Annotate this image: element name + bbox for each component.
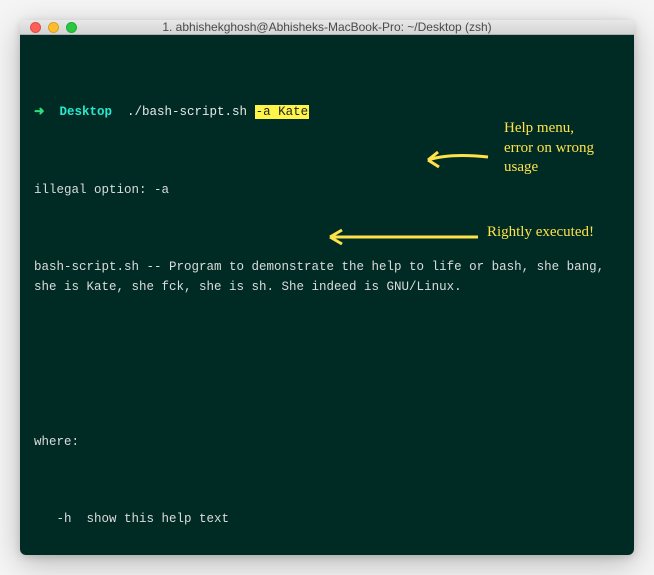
desc-line: bash-script.sh -- Program to demonstrate… [34, 258, 620, 297]
terminal-body[interactable]: ➜ Desktop ./bash-script.sh -a Kate illeg… [20, 35, 634, 555]
close-icon[interactable] [30, 22, 41, 33]
minimize-icon[interactable] [48, 22, 59, 33]
highlighted-args: -a Kate [255, 105, 310, 119]
annotation-help: Help menu, error on wrong usage [504, 119, 594, 178]
prompt-line-1: ➜ Desktop ./bash-script.sh -a Kate [34, 103, 620, 122]
where-line: where: [34, 433, 620, 452]
annotation-arrow-icon [420, 145, 490, 175]
opt-h-line: -h show this help text [34, 510, 620, 529]
window-title: 1. abhishekghosh@Abhisheks-MacBook-Pro: … [28, 20, 626, 34]
prompt-cwd: Desktop [60, 105, 113, 119]
terminal-window: 1. abhishekghosh@Abhisheks-MacBook-Pro: … [20, 20, 634, 555]
window-controls [30, 22, 77, 33]
prompt-arrow-icon: ➜ [34, 105, 44, 119]
annotation-arrow-icon [320, 227, 480, 249]
annotation-executed: Rightly executed! [487, 223, 594, 243]
command-1-part: ./bash-script.sh [127, 105, 255, 119]
blank-line [34, 355, 620, 374]
error-line: illegal option: -a [34, 181, 620, 200]
maximize-icon[interactable] [66, 22, 77, 33]
titlebar: 1. abhishekghosh@Abhisheks-MacBook-Pro: … [20, 20, 634, 35]
